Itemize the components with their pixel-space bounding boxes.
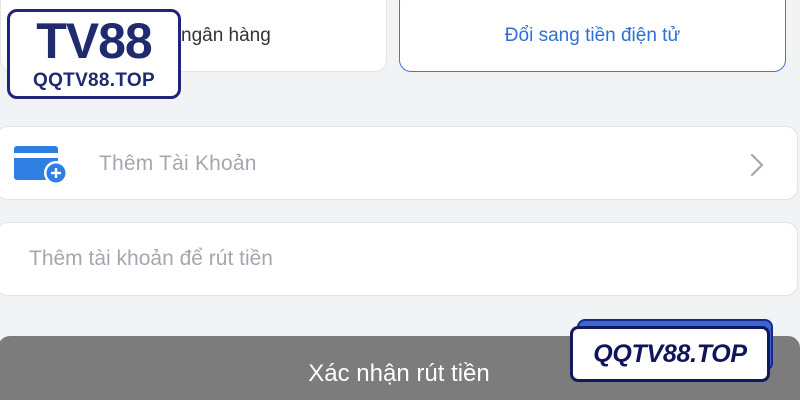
add-account-row[interactable]: Thêm Tài Khoản — [0, 126, 798, 200]
logo-sub-text: QQTV88.TOP — [33, 70, 155, 91]
withdraw-page: ngân hàng Đổi sang tiền điện tử Thêm Tài… — [0, 0, 800, 400]
tv88-logo: TV88 QQTV88.TOP — [7, 9, 181, 99]
withdraw-account-input[interactable] — [0, 223, 797, 295]
watermark-stamp: QQTV88.TOP — [570, 326, 770, 382]
withdraw-account-field — [0, 222, 798, 296]
watermark-text: QQTV88.TOP — [593, 339, 747, 368]
confirm-withdraw-label: Xác nhận rút tiền — [308, 360, 490, 387]
wallet-add-icon — [14, 146, 68, 185]
logo-main-text: TV88 — [36, 13, 153, 69]
tab-bank-label: ngân hàng — [181, 25, 271, 46]
add-account-label: Thêm Tài Khoản — [99, 152, 257, 175]
chevron-right-icon — [750, 153, 764, 177]
tab-crypto[interactable]: Đổi sang tiền điện tử — [399, 0, 786, 72]
tab-crypto-label: Đổi sang tiền điện tử — [504, 25, 681, 46]
